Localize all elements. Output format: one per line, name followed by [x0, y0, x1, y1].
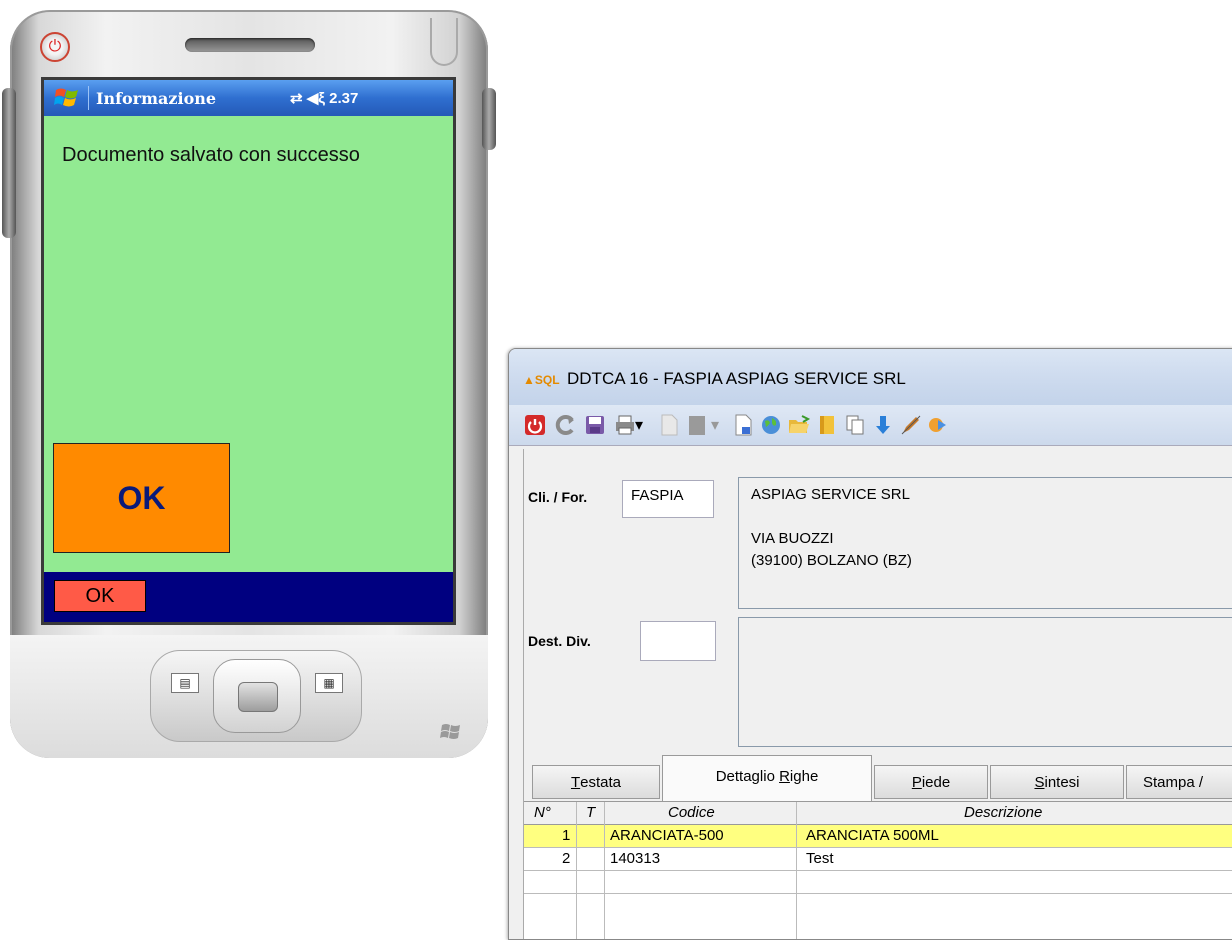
grid-divider — [796, 802, 797, 939]
tab-strip: Testata Dettaglio Righe Piede Sintesi St… — [524, 755, 1232, 801]
clock: 2.37 — [329, 90, 359, 107]
pda-device: ⏻ Informazione ⇄ ◀ξ 2.37 Documento salva… — [2, 10, 496, 758]
tab-label-rest: iede — [921, 773, 951, 791]
tab-hotkey: P — [911, 773, 922, 791]
windows-logo-icon — [440, 724, 460, 739]
titlebar-separator — [88, 86, 89, 110]
tab-hotkey: R — [779, 768, 790, 785]
side-button-left[interactable] — [2, 88, 16, 238]
export-icon[interactable] — [925, 413, 949, 437]
print-dropdown-icon[interactable]: ▾ — [633, 413, 645, 437]
cell-codice: 140313 — [610, 850, 661, 867]
customer-name: ASPIAG SERVICE SRL — [751, 486, 910, 503]
sql-app-icon: ▲SQL — [523, 373, 560, 387]
document-gray-icon[interactable] — [685, 413, 709, 437]
tab-stampa-label: Stampa / — [1143, 773, 1204, 791]
cell-descrizione: Test — [806, 850, 834, 867]
destination-code-input[interactable] — [640, 621, 716, 661]
status-area[interactable]: ⇄ ◀ξ 2.37 — [290, 89, 358, 107]
book-icon[interactable] — [815, 413, 839, 437]
pda-titlebar: Informazione ⇄ ◀ξ 2.37 — [44, 80, 453, 116]
tab-dettaglio-righe[interactable]: Dettaglio Righe — [662, 755, 872, 801]
tab-testata[interactable]: Testata — [532, 765, 660, 799]
customer-label: Cli. / For. — [528, 489, 588, 505]
arrow-down-icon[interactable] — [871, 413, 895, 437]
tab-piede[interactable]: Piede — [874, 765, 988, 799]
destination-address-box — [738, 617, 1232, 747]
power-icon[interactable] — [523, 413, 547, 437]
window-titlebar: ▲SQL DDTCA 16 - FASPIA ASPIAG SERVICE SR… — [509, 349, 1232, 405]
tab-label-rest: intesi — [1044, 773, 1080, 791]
edit-icon[interactable] — [899, 413, 923, 437]
save-icon[interactable] — [583, 413, 607, 437]
cell-n: 1 — [562, 827, 571, 844]
side-button-right[interactable] — [482, 88, 496, 150]
tab-label-prefix: Dettaglio — [715, 768, 780, 785]
folder-open-icon[interactable] — [787, 413, 811, 437]
tab-label-rest: estata — [580, 773, 622, 791]
toolbar: ▾ ▾ — [509, 405, 1232, 446]
tab-label-rest: ighe — [789, 768, 819, 785]
copy-icon[interactable] — [843, 413, 867, 437]
grid-divider — [604, 802, 605, 939]
tab-hotkey: S — [1034, 773, 1045, 791]
col-header-t[interactable]: T — [586, 804, 595, 821]
speaker-grille — [185, 38, 315, 52]
table-row[interactable]: 1 ARANCIATA-500 ARANCIATA 500ML — [524, 825, 1232, 848]
document-icon[interactable] — [657, 413, 681, 437]
table-row[interactable]: 2 140313 Test — [524, 848, 1232, 871]
calendar-key-icon[interactable]: ▦ — [315, 673, 343, 693]
pda-screen: Informazione ⇄ ◀ξ 2.37 Documento salvato… — [44, 80, 453, 622]
col-header-codice[interactable]: Codice — [668, 804, 715, 821]
dpad[interactable] — [213, 659, 301, 733]
tab-stampa[interactable]: Stampa / — [1126, 765, 1232, 799]
dpad-center-button[interactable] — [238, 682, 278, 712]
globe-icon[interactable] — [759, 413, 783, 437]
col-header-descrizione[interactable]: Descrizione — [964, 804, 1042, 821]
cell-codice: ARANCIATA-500 — [610, 827, 724, 844]
connectivity-icon: ⇄ — [290, 90, 303, 107]
tab-hotkey: T — [570, 773, 581, 791]
hardware-keypad: ▤ ▦ — [150, 650, 362, 742]
window-title: DDTCA 16 - FASPIA ASPIAG SERVICE SRL — [567, 369, 906, 388]
refresh-icon[interactable] — [553, 413, 577, 437]
grid-header: N° T Codice Descrizione — [524, 802, 1232, 825]
customer-address-box: ASPIAG SERVICE SRL VIA BUOZZI (39100) BO… — [738, 477, 1232, 609]
cell-n: 2 — [562, 850, 571, 867]
customer-city: (39100) BOLZANO (BZ) — [751, 552, 912, 569]
customer-street: VIA BUOZZI — [751, 530, 834, 547]
grid-divider — [576, 802, 577, 939]
table-row[interactable] — [524, 871, 1232, 894]
ddt-window: ▲SQL DDTCA 16 - FASPIA ASPIAG SERVICE SR… — [508, 348, 1232, 940]
volume-icon: ◀ξ — [306, 90, 325, 107]
col-header-n[interactable]: N° — [534, 804, 551, 821]
pda-title: Informazione — [96, 89, 217, 108]
customer-code-input[interactable]: FASPIA — [622, 480, 714, 518]
softkey-ok-button[interactable]: OK — [54, 580, 146, 612]
contacts-key-icon[interactable]: ▤ — [171, 673, 199, 693]
stylus-slot — [430, 18, 458, 66]
windows-start-icon[interactable] — [54, 86, 80, 110]
message-text: Documento salvato con successo — [62, 144, 360, 166]
softkey-bar: OK — [44, 572, 453, 622]
page-icon[interactable] — [731, 413, 755, 437]
power-icon[interactable]: ⏻ — [40, 32, 70, 62]
rows-grid: N° T Codice Descrizione 1 ARANCIATA-500 … — [524, 801, 1232, 939]
cell-descrizione: ARANCIATA 500ML — [806, 827, 939, 844]
ok-button-large[interactable]: OK — [53, 443, 230, 553]
document-form: Cli. / For. FASPIA ASPIAG SERVICE SRL VI… — [523, 449, 1232, 939]
tab-sintesi[interactable]: Sintesi — [990, 765, 1124, 799]
dropdown-icon[interactable]: ▾ — [709, 413, 721, 437]
destination-label: Dest. Div. — [528, 633, 591, 649]
